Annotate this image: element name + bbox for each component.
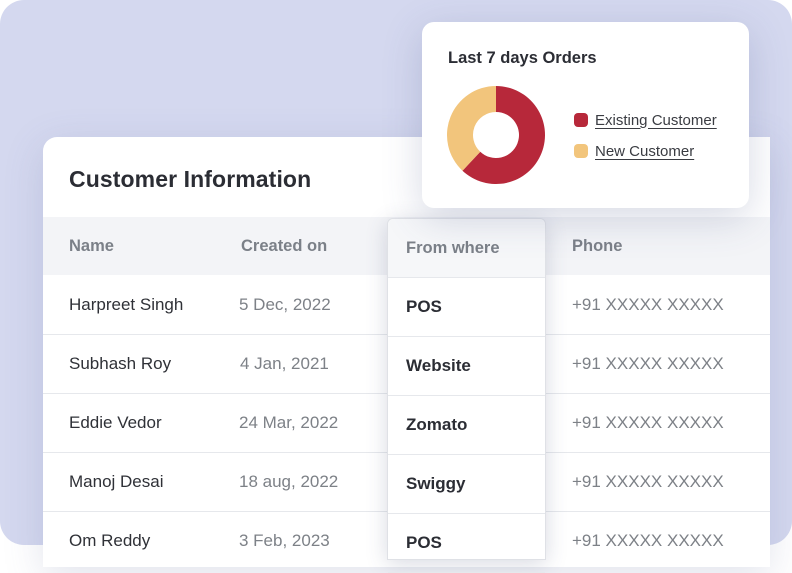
page-title: Customer Information [69, 166, 312, 192]
from-where-cell: Zomato [388, 396, 545, 455]
from-where-value: POS [406, 297, 442, 316]
created-on-date: 5 Dec, 2022 [239, 295, 331, 314]
column-header-created-on[interactable]: Created on [241, 217, 327, 275]
legend-swatch-existing-customer [574, 113, 588, 127]
phone-number: +91 XXXXX XXXXX [572, 472, 724, 491]
customer-name: Manoj Desai [69, 472, 164, 491]
phone-number: +91 XXXXX XXXXX [572, 531, 724, 550]
customer-name: Eddie Vedor [69, 413, 162, 432]
customer-name: Harpreet Singh [69, 295, 184, 314]
from-where-value: Swiggy [406, 474, 466, 493]
legend-item-existing-customer[interactable]: Existing Customer [574, 110, 717, 130]
column-header-from-where-cell: From where [388, 219, 545, 278]
legend-swatch-new-customer [574, 144, 588, 158]
from-where-column-highlight[interactable]: From where POS Website Zomato Swiggy POS [387, 218, 546, 573]
created-on-date: 4 Jan, 2021 [240, 354, 329, 373]
column-header-name[interactable]: Name [69, 217, 114, 275]
from-where-cell: Swiggy [388, 455, 545, 514]
phone-number: +91 XXXXX XXXXX [572, 354, 724, 373]
legend-label-existing-customer[interactable]: Existing Customer [595, 112, 717, 129]
column-header-phone[interactable]: Phone [572, 217, 622, 275]
from-where-value: Zomato [406, 415, 468, 434]
from-where-value: Website [406, 356, 471, 375]
legend-label-new-customer[interactable]: New Customer [595, 143, 694, 160]
from-where-value: POS [406, 533, 442, 552]
legend-item-new-customer[interactable]: New Customer [574, 141, 694, 161]
phone-number: +91 XXXXX XXXXX [572, 413, 724, 432]
orders-donut-chart [447, 86, 545, 184]
column-header-from-where[interactable]: From where [406, 219, 500, 277]
customer-name: Subhash Roy [69, 354, 172, 373]
created-on-date: 24 Mar, 2022 [239, 413, 339, 432]
orders-summary-popup: Last 7 days Orders Existing Customer New… [422, 22, 749, 208]
created-on-date: 3 Feb, 2023 [239, 531, 330, 550]
from-where-cell: POS [388, 514, 545, 573]
created-on-date: 18 aug, 2022 [239, 472, 339, 491]
from-where-cell: Website [388, 337, 545, 396]
from-where-cell: POS [388, 278, 545, 337]
customer-name: Om Reddy [69, 531, 151, 550]
phone-number: +91 XXXXX XXXXX [572, 295, 724, 314]
popup-title: Last 7 days Orders [448, 49, 597, 67]
